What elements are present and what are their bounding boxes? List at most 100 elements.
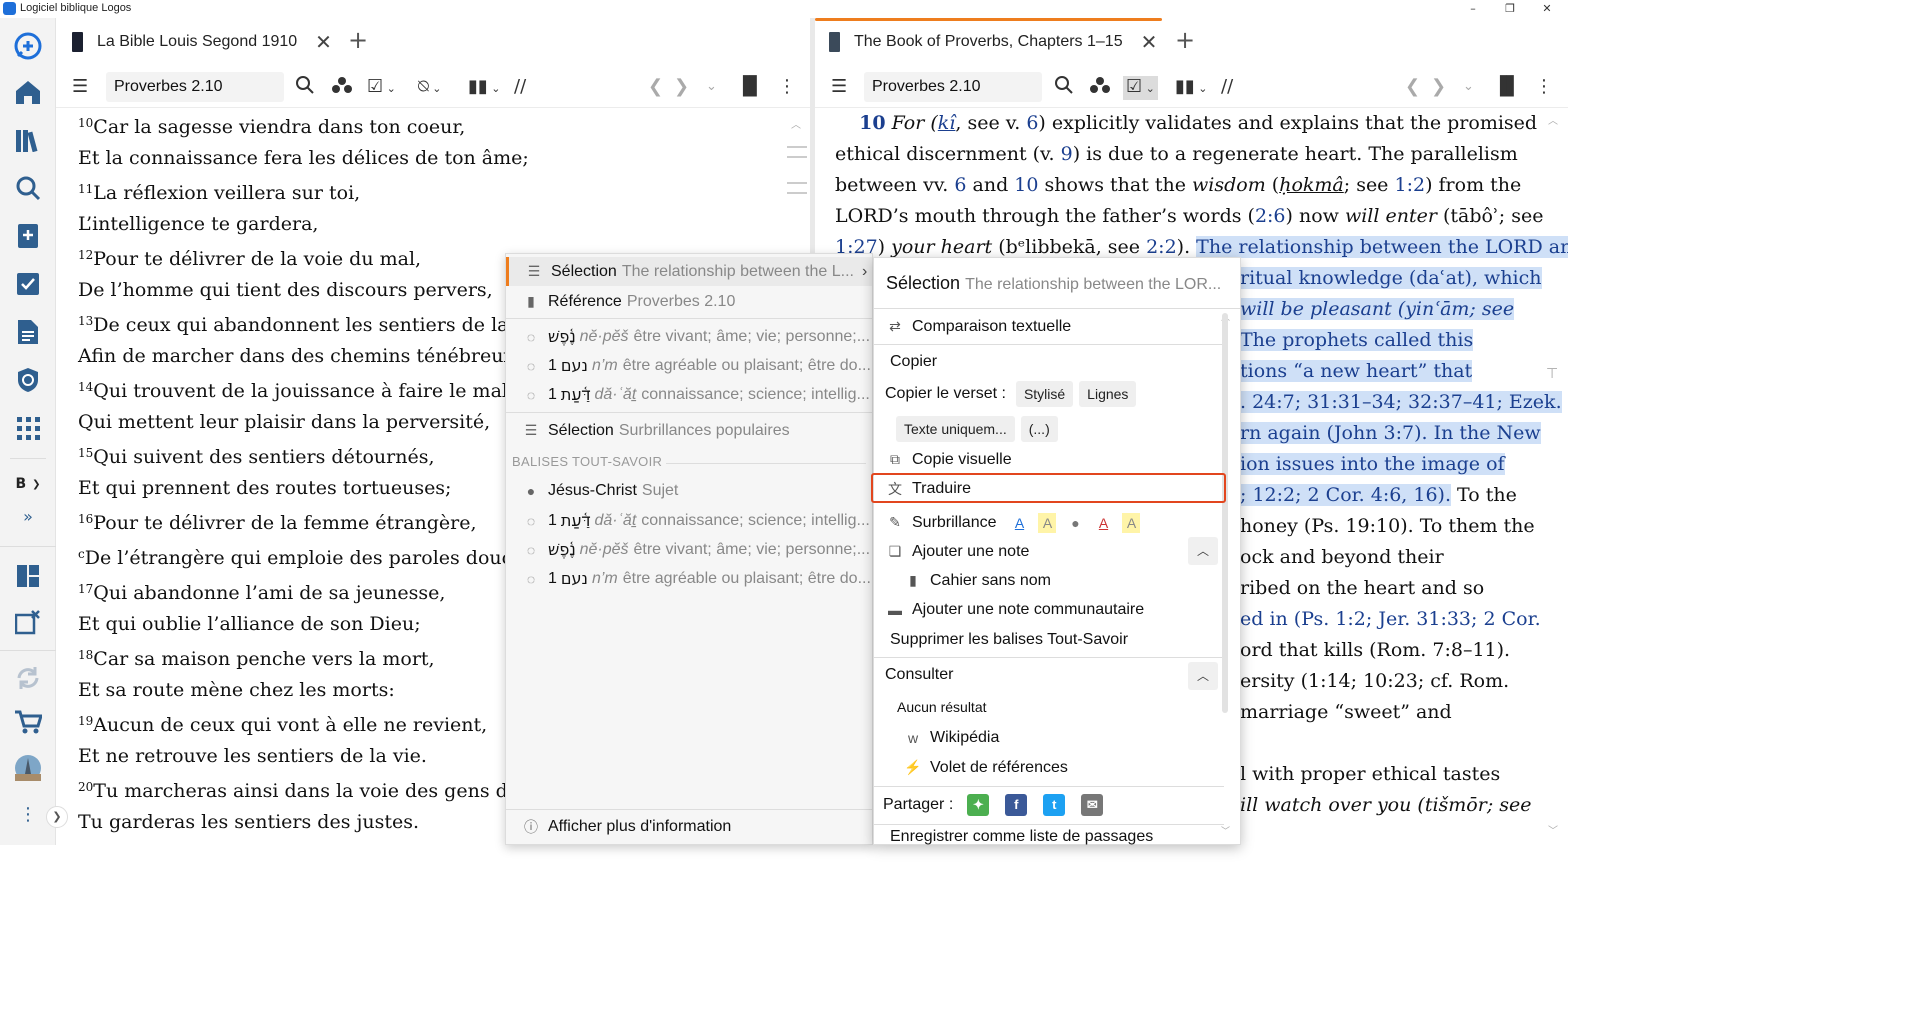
back-icon[interactable]: ❮ [648, 76, 663, 98]
columns-icon[interactable]: ▮▮ ⌄ [468, 76, 501, 100]
parallel-icon[interactable]: // [1221, 76, 1233, 98]
menu-icon[interactable]: ☰ [831, 76, 847, 98]
verse-link[interactable]: 6 [1026, 112, 1038, 134]
menu-word-item[interactable]: ◌ 1 נעם n’m être agréable ou plaisant; être … [506, 564, 872, 593]
minimize-button[interactable]: – [1455, 0, 1491, 18]
verse-number[interactable]: 10 [859, 112, 885, 134]
pin-icon[interactable]: ⊤ [1546, 366, 1558, 382]
avatar[interactable] [12, 752, 44, 784]
selected-text[interactable]: ion issues into the image of [1240, 453, 1505, 475]
menu-scrollbar[interactable] [1222, 313, 1228, 713]
verse-number[interactable]: 14 [78, 380, 93, 394]
copy-text-only-button[interactable]: Texte uniquem... [896, 416, 1015, 442]
selected-text[interactable]: tions “a new heart” that [1240, 360, 1473, 382]
close-tab-icon[interactable]: ✕ [1141, 30, 1158, 55]
parallel-icon[interactable]: // [514, 76, 526, 98]
search-icon[interactable] [12, 172, 44, 204]
verse-number[interactable]: 13 [78, 314, 93, 328]
close-tab-icon[interactable]: ✕ [315, 30, 332, 55]
bible-verse-line[interactable]: 10Car la sagesse viendra dans ton coeur, [78, 108, 594, 143]
verse-number[interactable]: 16 [78, 512, 93, 526]
delete-tags-item[interactable]: Supprimer les balises Tout-Savoir [874, 625, 1224, 654]
forward-icon[interactable]: ❯ [674, 76, 689, 98]
selected-text[interactable]: will be pleasant (yinʿām; see [1240, 298, 1515, 320]
add-note-item[interactable]: ❏ Ajouter une note [874, 537, 1224, 566]
double-chevron-icon[interactable]: » [12, 500, 44, 532]
bible-verse-line[interactable]: 11La réflexion veillera sur toi, [78, 174, 594, 209]
verse-number[interactable]: 15 [78, 446, 93, 460]
menu-word-item[interactable]: ◌ 1 נעם n’m être agréable ou plaisant; être … [506, 351, 872, 380]
selected-text[interactable]: . 24:7; 31:31–34; 32:37–41; Ezek. [1240, 391, 1562, 413]
maximize-button[interactable]: ❐ [1492, 0, 1528, 18]
verse-number[interactable]: c [78, 547, 85, 561]
wikipedia-item[interactable]: w Wikipédia [874, 723, 1224, 752]
verse-link[interactable]: 6 [954, 174, 966, 196]
faithlife-share-icon[interactable]: ✦ [967, 794, 990, 816]
close-window-button[interactable]: ✕ [1529, 0, 1565, 18]
scroll-down-icon[interactable]: ﹀ [1221, 824, 1230, 837]
history-dropdown-icon[interactable]: ⌄ [706, 76, 717, 98]
back-icon[interactable]: ❮ [1405, 76, 1420, 98]
email-share-icon[interactable]: ✉ [1081, 794, 1104, 816]
shield-icon[interactable] [12, 364, 44, 396]
selected-text[interactable]: ritual knowledge (daʿat), which [1240, 267, 1542, 289]
scroll-down-icon[interactable]: ﹀ [1548, 822, 1558, 837]
menu-word-item[interactable]: ◌ נֶ֫פֶשׁ nĕ·pĕš être vivant; âme; vie; per… [506, 535, 872, 564]
selected-text[interactable]: ; 12:2; 2 Cor. 4:6, 16). [1240, 484, 1452, 506]
split-panel-icon[interactable]: ▐▌ [1493, 76, 1521, 98]
consult-item[interactable]: Consulter [874, 660, 1224, 689]
columns-icon[interactable]: ▮▮ ⌄ [1175, 76, 1208, 100]
reference-input[interactable]: Proverbes 2.10 [864, 72, 1042, 102]
checklist-icon[interactable] [12, 268, 44, 300]
more-options-icon[interactable]: ⋮ [1535, 76, 1553, 98]
verse-link[interactable]: 9 [1061, 143, 1073, 165]
sync-icon[interactable] [12, 662, 44, 694]
layouts-icon[interactable] [12, 560, 44, 592]
verse-number[interactable]: 19 [78, 714, 93, 728]
reference-input[interactable]: Proverbes 2.10 [106, 72, 284, 102]
menu-word-item[interactable]: ◌ 1 דַּ֫עַת dă·ʿăṯ connaissance; science; in… [506, 506, 872, 535]
collapse-consult-button[interactable]: ︿ [1188, 662, 1218, 690]
split-panel-icon[interactable]: ▐▌ [736, 76, 764, 98]
selected-text[interactable]: rn again (John 3:7). In the New [1240, 422, 1541, 444]
verse-number[interactable]: 17 [78, 582, 93, 596]
references-pane-item[interactable]: ⚡ Volet de références [874, 753, 1224, 782]
verse-link[interactable]: 2:6 [1255, 205, 1286, 227]
menu-selection-item[interactable]: ☰ Sélection Surbrillances populaires [506, 416, 872, 445]
search-plus-icon[interactable] [12, 30, 44, 62]
verse-number[interactable]: 20 [78, 780, 93, 794]
verse-link[interactable]: 2:2 [1146, 236, 1177, 258]
menu-word-item[interactable]: ◌ 1 דַּ֫עַת dă·ʿăṯ connaissance; science; in… [506, 380, 872, 409]
bible-b-button[interactable]: B ❯ [12, 468, 44, 500]
bible-verse-line[interactable]: L’intelligence te gardera, [78, 209, 594, 240]
close-panels-icon[interactable] [12, 606, 44, 638]
hebrew-link[interactable]: kî [938, 112, 956, 134]
show-more-info-button[interactable]: ⓘ Afficher plus d'information [506, 812, 872, 841]
menu-tag-item[interactable]: ● Jésus-Christ Sujet [506, 476, 872, 505]
scroll-up-icon[interactable]: ︿ [1548, 112, 1558, 127]
tab-book-of-proverbs[interactable]: The Book of Proverbs, Chapters 1–15 ✕ [829, 18, 1157, 66]
copy-more-button[interactable]: (...) [1020, 416, 1058, 442]
notebook-item[interactable]: ▮ Cahier sans nom [874, 566, 1224, 595]
tag-off-icon[interactable]: ⍉ ⌄ [418, 76, 442, 100]
verse-link[interactable]: 1:2 [1394, 174, 1425, 196]
copy-styled-button[interactable]: Stylisé [1015, 381, 1074, 407]
text-comparison-item[interactable]: ⇄ Comparaison textuelle [874, 312, 1224, 341]
verse-number[interactable]: 18 [78, 648, 93, 662]
more-options-icon[interactable]: ⋮ [778, 76, 796, 98]
search-icon[interactable] [296, 76, 314, 100]
bible-verse-line[interactable]: Et la connaissance fera les délices de t… [78, 143, 594, 174]
copy-item[interactable]: Copier [874, 347, 1224, 376]
verse-number[interactable]: 10 [78, 116, 93, 130]
history-dropdown-icon[interactable]: ⌄ [1463, 76, 1474, 98]
people-icon[interactable] [332, 76, 352, 100]
add-tab-icon[interactable]: + [1175, 26, 1195, 54]
bible-add-icon[interactable] [12, 220, 44, 252]
add-tab-icon[interactable]: + [348, 26, 368, 54]
item-label[interactable]: Surbrillance [912, 514, 996, 532]
scroll-up-icon[interactable]: ︿ [791, 116, 801, 131]
more-vertical-icon[interactable]: ⋮ [12, 798, 44, 830]
search-icon[interactable] [1055, 76, 1073, 100]
highlight-underline-blue-icon[interactable]: A [1010, 513, 1028, 533]
highlight-yellow-icon[interactable]: A [1038, 512, 1057, 533]
